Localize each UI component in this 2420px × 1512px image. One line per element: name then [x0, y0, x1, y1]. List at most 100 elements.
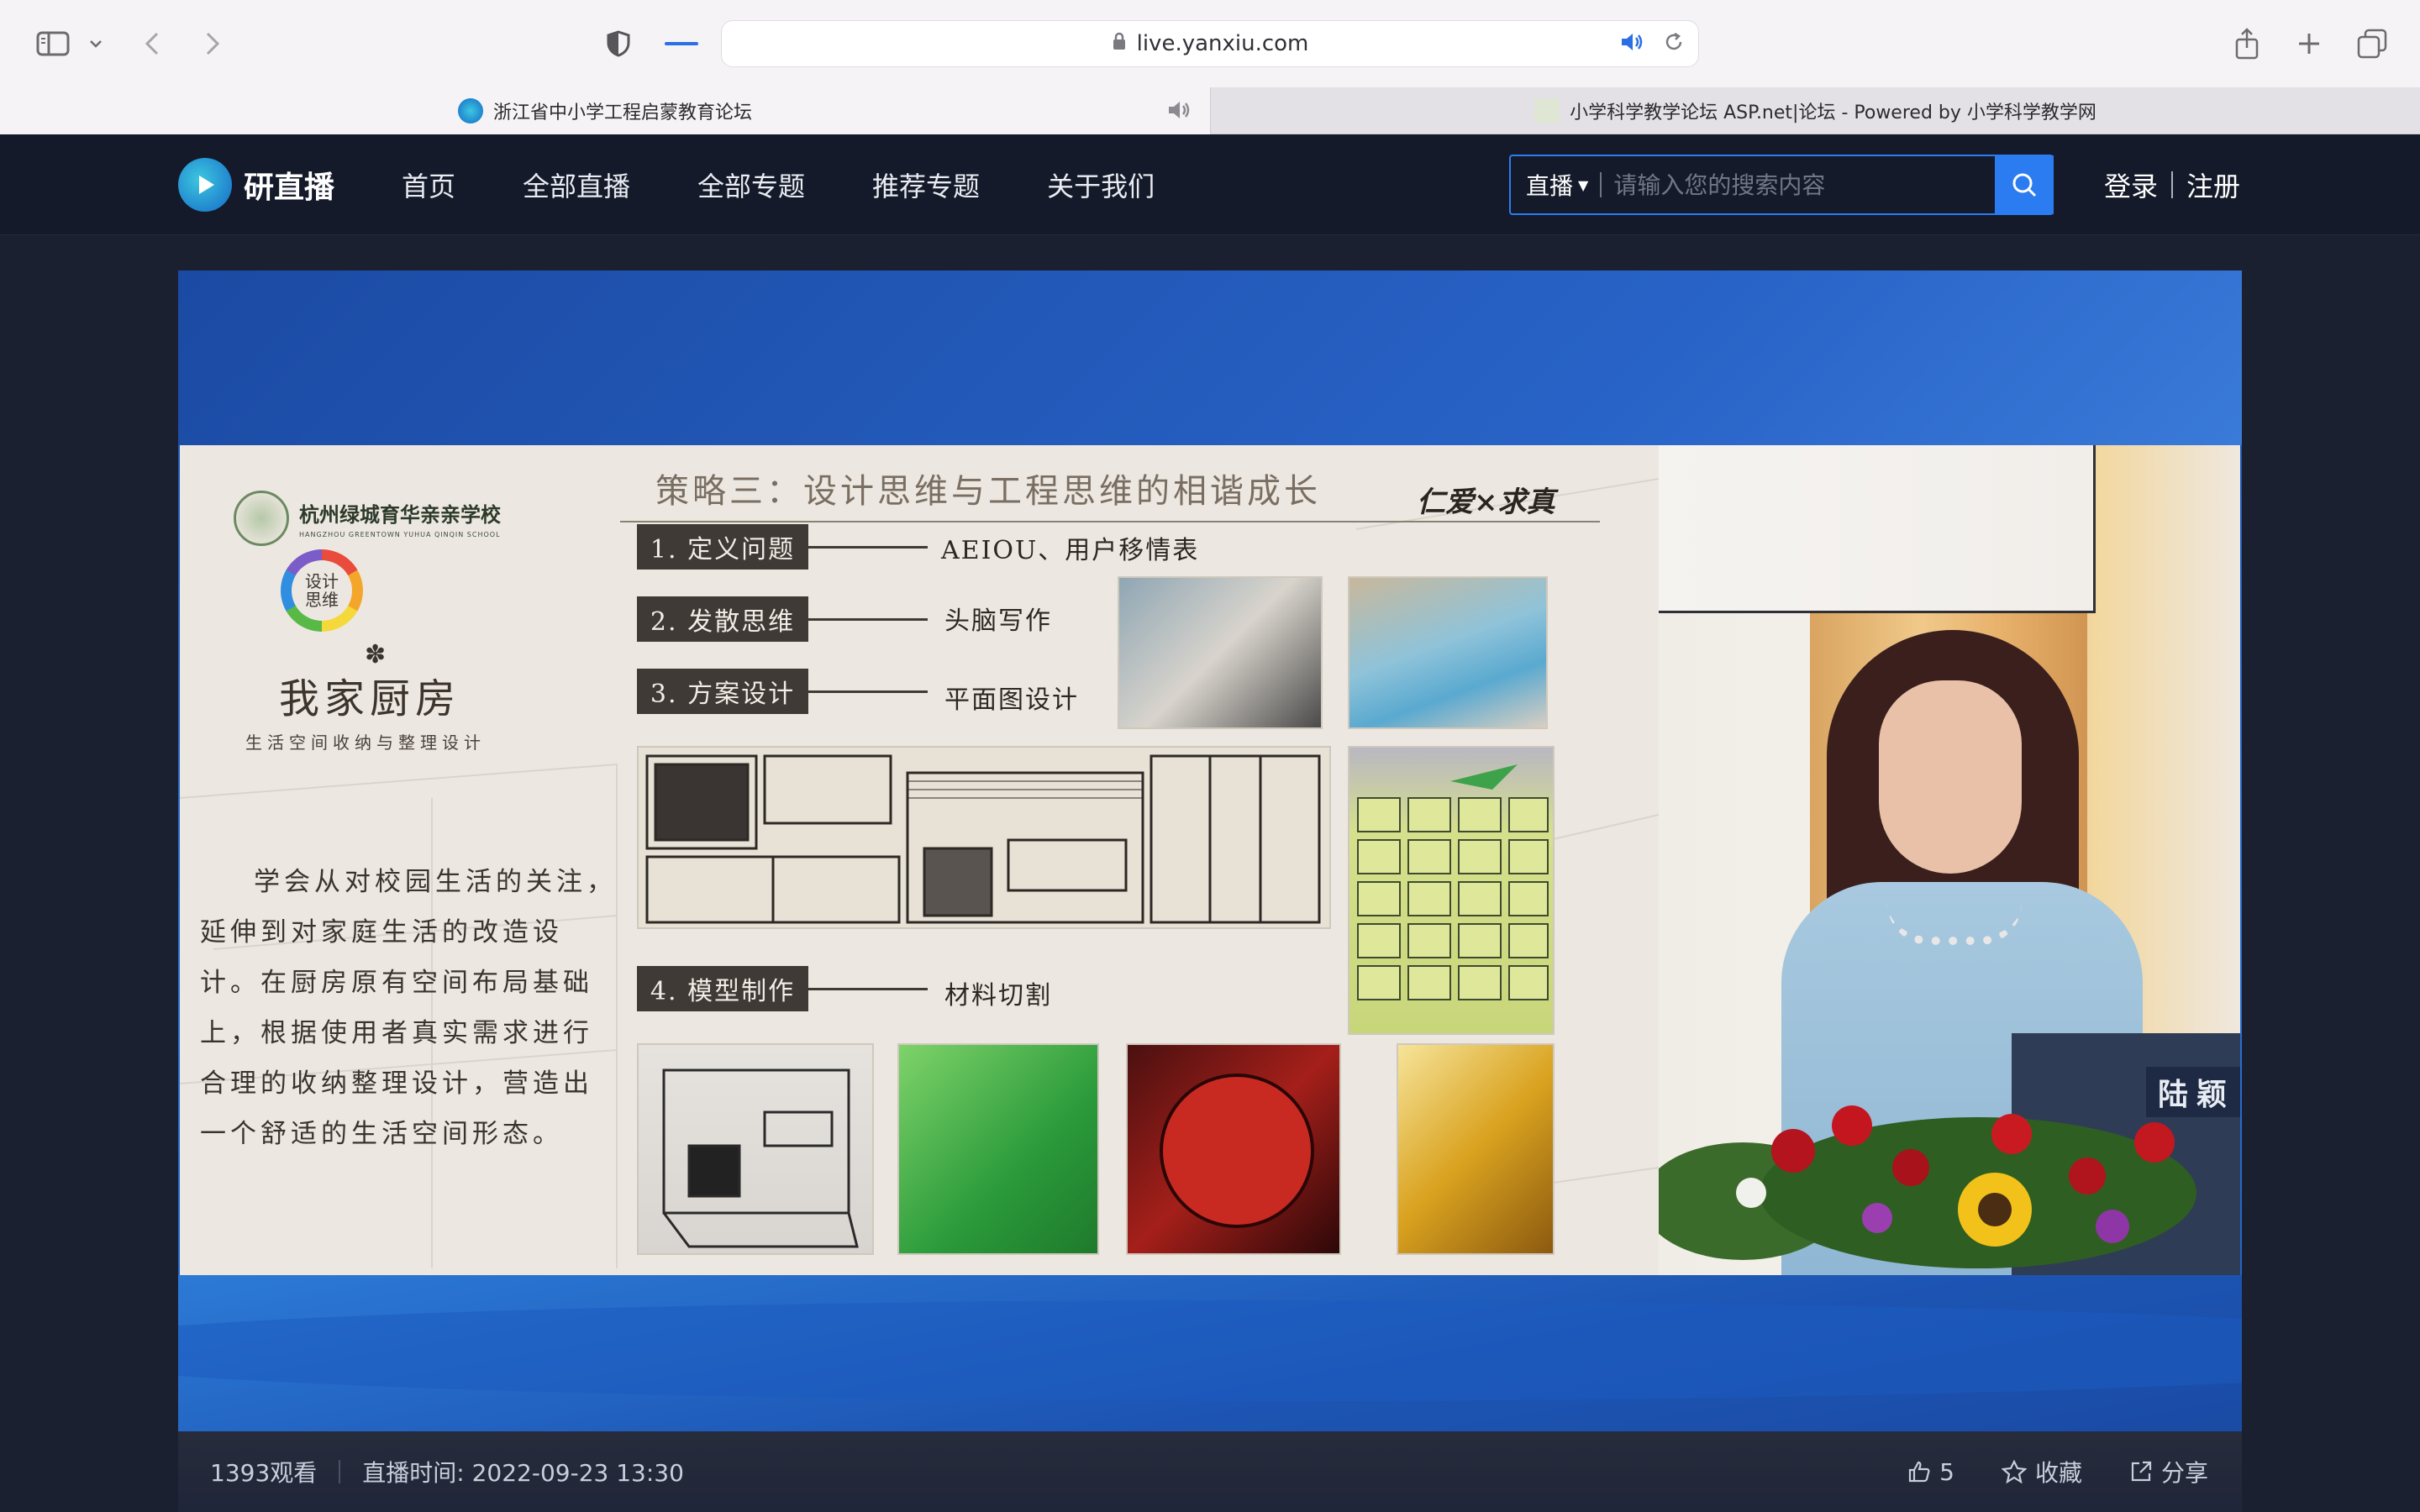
main-nav: 首页 全部直播 全部专题 推荐专题 关于我们	[402, 134, 1222, 235]
site-logo[interactable]: 研直播	[178, 158, 334, 212]
tab-science-forum[interactable]: 小学科学教学论坛 ASP.net|论坛 - Powered by 小学科学教学网	[1210, 87, 2420, 134]
step-1: 1. 定义问题	[637, 524, 808, 570]
step-2-desc: 头脑写作	[944, 606, 1052, 636]
step-4-desc: 材料切割	[944, 981, 1052, 1011]
chevron-down-icon[interactable]	[84, 18, 108, 69]
step-4-connector	[808, 988, 928, 990]
school-seal-icon	[234, 491, 289, 546]
presentation-slide: 杭州绿城育华亲亲学校 HANGZHOU GREENTOWN YUHUA QINQ…	[180, 445, 1659, 1275]
external-share-icon	[2131, 1461, 2152, 1482]
science-site-favicon-icon	[1534, 98, 1560, 123]
privacy-shield-icon[interactable]	[603, 18, 634, 69]
step-2-connector	[808, 618, 928, 621]
nav-home[interactable]: 首页	[402, 165, 455, 204]
search-button[interactable]	[1995, 155, 2054, 214]
tab-overview-icon[interactable]	[2353, 18, 2391, 69]
share-icon[interactable]	[2228, 18, 2265, 69]
badge-line-1: 设计	[305, 571, 339, 591]
badge-line-2: 思维	[305, 590, 339, 610]
site-header: 研直播 首页 全部直播 全部专题 推荐专题 关于我们 直播 ▼ 登录 注册	[0, 134, 2420, 235]
nav-about-us[interactable]: 关于我们	[1047, 165, 1155, 204]
tab-bar: 浙江省中小学工程启蒙教育论坛 小学科学教学论坛 ASP.net|论坛 - Pow…	[0, 87, 2420, 134]
live-time: 直播时间: 2022-09-23 13:30	[362, 1459, 684, 1487]
step-1-desc: AEIOU、用户移情表	[941, 536, 1200, 565]
step-1-connector	[808, 546, 928, 549]
info-divider	[339, 1460, 341, 1483]
back-icon[interactable]	[138, 18, 166, 69]
video-player[interactable]: 杭州绿城育华亲亲学校 HANGZHOU GREENTOWN YUHUA QINQ…	[178, 270, 2242, 1431]
player-background-bottom	[178, 1275, 2242, 1431]
like-button[interactable]: 5	[1907, 1458, 1954, 1486]
auth-divider	[2171, 171, 2174, 198]
player-background-top	[178, 270, 2242, 445]
project-subtitle: 生活空间收纳与整理设计	[245, 732, 486, 753]
search-input[interactable]	[1613, 171, 1995, 199]
project-title: 我家厨房	[279, 675, 461, 722]
speaker-necklace	[1887, 903, 2022, 945]
favorite-label: 收藏	[2034, 1459, 2082, 1487]
login-link[interactable]: 登录	[2104, 165, 2158, 204]
projection-screen	[1659, 445, 2096, 613]
search-icon	[2012, 173, 2037, 197]
clear-model-photo	[637, 1043, 874, 1255]
kitchen-floorplan-drawing	[637, 746, 1331, 929]
tab-title: 小学科学教学论坛 ASP.net|论坛 - Powered by 小学科学教学网	[1570, 102, 2096, 123]
new-tab-icon[interactable]	[2291, 18, 2328, 69]
design-worksheet-photo	[1348, 746, 1555, 1035]
school-motto: 仁爱×求真	[1417, 486, 1555, 519]
caret-down-icon: ▼	[1578, 176, 1589, 193]
flower-arrangement	[1659, 1105, 2196, 1268]
url-text: live.yanxiu.com	[1136, 31, 1309, 56]
speaker-face	[1879, 680, 2022, 874]
browser-toolbar: live.yanxiu.com	[0, 0, 2420, 87]
slide-title: 策略三：设计思维与工程思维的相谐成长	[655, 472, 1321, 511]
auth-links: 登录 注册	[2104, 134, 2240, 235]
share-button[interactable]: 分享	[2129, 1455, 2208, 1488]
logo-text: 研直播	[244, 171, 335, 205]
title-underline	[620, 521, 1600, 522]
design-thinking-badge: 设计 思维	[281, 549, 363, 632]
project-description: 学会从对校园生活的关注，延伸到对家庭生活的改造设计。在厨房原有空间布局基础上，根…	[200, 867, 617, 1149]
yellow-model-photo	[1397, 1043, 1555, 1255]
favorite-button[interactable]: 收藏	[2001, 1455, 2082, 1488]
search-divider	[1600, 172, 1602, 197]
school-name: 杭州绿城育华亲亲学校	[299, 502, 501, 527]
lock-icon	[1112, 31, 1127, 57]
search-type-select[interactable]: 直播 ▼	[1511, 168, 1588, 202]
step-4: 4. 模型制作	[637, 966, 808, 1011]
school-logo: 杭州绿城育华亲亲学校 HANGZHOU GREENTOWN YUHUA QINQ…	[234, 491, 501, 546]
register-link[interactable]: 注册	[2186, 165, 2240, 204]
tab-title: 浙江省中小学工程启蒙教育论坛	[492, 102, 752, 123]
nav-all-topics[interactable]: 全部专题	[697, 165, 805, 204]
forward-icon[interactable]	[198, 18, 227, 69]
brainwriting-photo	[1118, 576, 1323, 729]
nav-recommended-topics[interactable]: 推荐专题	[872, 165, 980, 204]
tab-audio-icon[interactable]	[1166, 99, 1192, 126]
like-count: 5	[1939, 1457, 1954, 1486]
live-info-bar: 1393观看 直播时间: 2022-09-23 13:30 5 收藏 分享	[178, 1431, 2242, 1512]
yanxiu-favicon-icon	[457, 98, 483, 123]
step-3-desc: 平面图设计	[944, 685, 1079, 715]
sidebar-toggle-icon[interactable]	[30, 18, 76, 69]
step-2: 2. 发散思维	[637, 596, 808, 642]
tab-forum[interactable]: 浙江省中小学工程启蒙教育论坛	[0, 87, 1210, 134]
red-model-photo	[1126, 1043, 1341, 1255]
view-count: 1393观看	[210, 1459, 318, 1487]
page-loading-indicator	[664, 18, 699, 69]
share-label: 分享	[2160, 1459, 2208, 1487]
search-box: 直播 ▼	[1509, 155, 2054, 215]
star-icon	[2001, 1460, 2027, 1483]
poster-photo	[1348, 576, 1548, 729]
play-logo-icon	[178, 158, 232, 212]
speaker-camera-view: 陆颖	[1659, 445, 2240, 1275]
address-bar[interactable]: live.yanxiu.com	[721, 20, 1699, 67]
step-3: 3. 方案设计	[637, 669, 808, 714]
thumbs-up-icon	[1909, 1461, 1930, 1483]
speaker-icon[interactable]	[1619, 31, 1644, 59]
green-model-photo	[897, 1043, 1099, 1255]
reload-icon[interactable]	[1663, 31, 1685, 59]
school-name-en: HANGZHOU GREENTOWN YUHUA QINQIN SCHOOL	[299, 531, 501, 538]
step-3-connector	[808, 690, 928, 693]
search-type-label: 直播	[1526, 172, 1574, 200]
nav-all-live[interactable]: 全部直播	[523, 165, 630, 204]
